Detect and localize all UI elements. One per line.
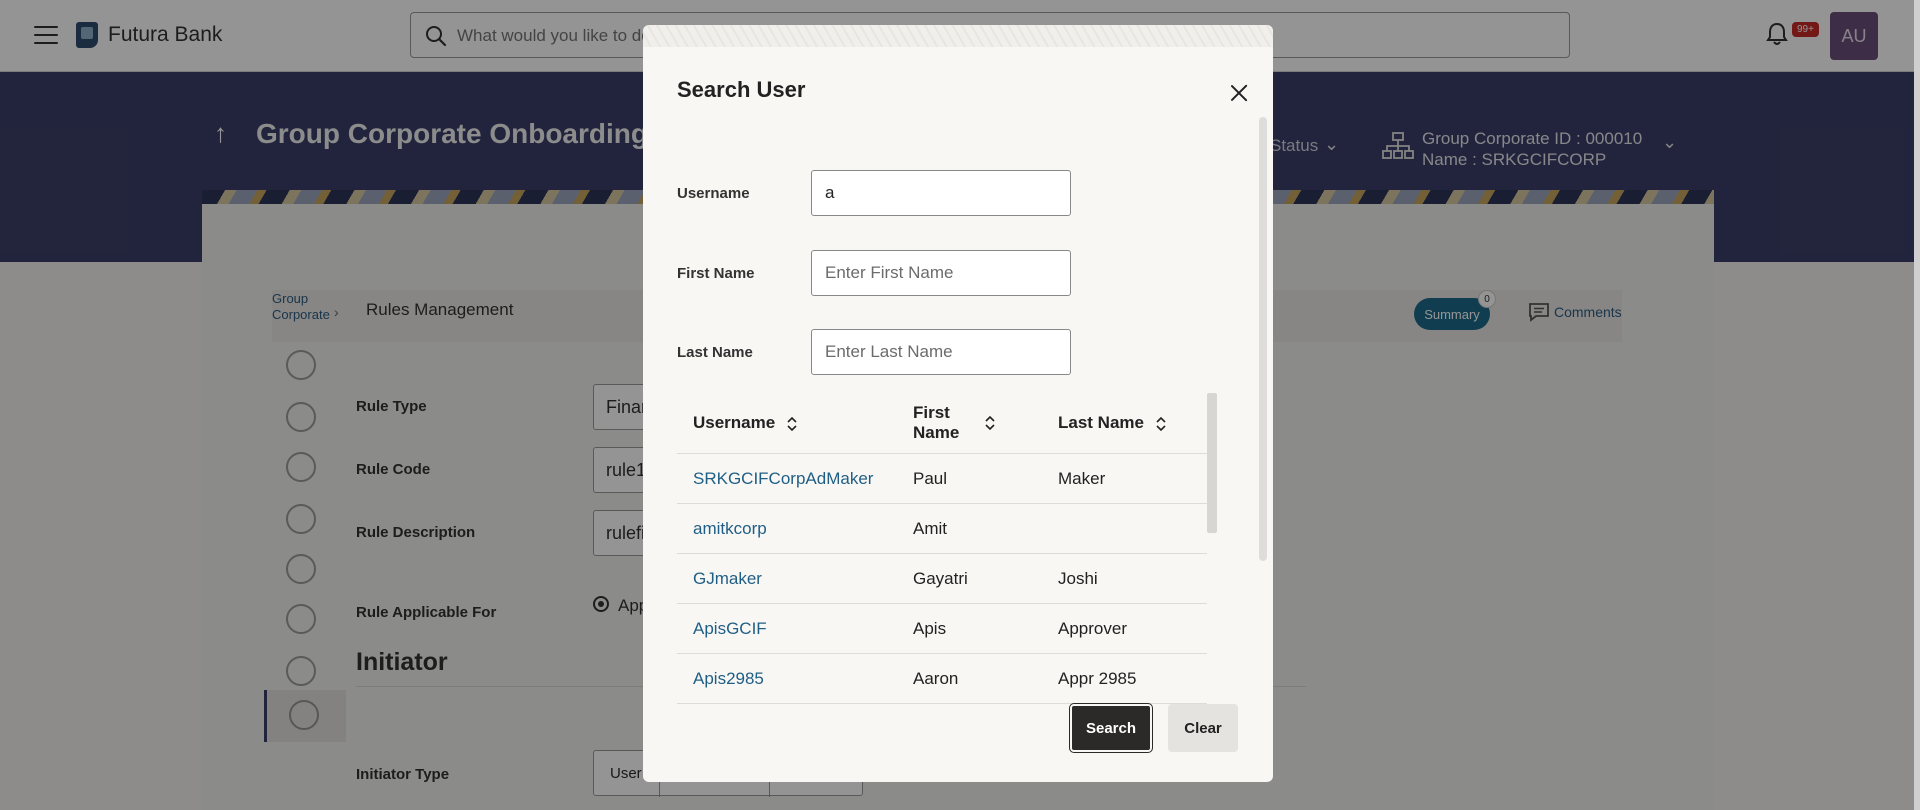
column-header-first-name[interactable]: First Name (897, 393, 1042, 454)
table-row: ApisGCIF Apis Approver (677, 603, 1207, 654)
clear-button[interactable]: Clear (1168, 704, 1238, 752)
modal-pattern (643, 25, 1273, 47)
column-label: Username (693, 413, 776, 432)
last-name-cell (1042, 503, 1207, 554)
username-link[interactable]: ApisGCIF (677, 603, 897, 654)
first-name-cell: Aaron (897, 653, 1042, 704)
column-header-last-name[interactable]: Last Name (1042, 393, 1207, 454)
results-table: Username First Name Last Name SRKGCIFCor… (677, 393, 1207, 715)
first-name-cell: Amit (897, 503, 1042, 554)
table-header-row: Username First Name Last Name (677, 393, 1207, 454)
column-label: First Name (913, 403, 960, 442)
table-row: GJmaker Gayatri Joshi (677, 553, 1207, 604)
username-link[interactable]: GJmaker (677, 553, 897, 604)
close-icon[interactable] (1227, 81, 1251, 105)
table-row: SRKGCIFCorpAdMaker Paul Maker (677, 453, 1207, 504)
username-label: Username (677, 185, 750, 202)
last-name-cell: Joshi (1042, 553, 1207, 604)
search-user-modal: Search User Username First Name Last Nam… (643, 25, 1273, 782)
username-link[interactable]: amitkcorp (677, 503, 897, 554)
first-name-cell: Apis (897, 603, 1042, 654)
last-name-cell: Approver (1042, 603, 1207, 654)
last-name-input[interactable] (811, 329, 1071, 375)
last-name-label: Last Name (677, 344, 753, 361)
search-button[interactable]: Search (1069, 703, 1153, 753)
table-row: Apis2985 Aaron Appr 2985 (677, 653, 1207, 704)
column-label: Last Name (1058, 413, 1144, 432)
table-scrollbar[interactable] (1207, 393, 1217, 533)
page-scrollbar[interactable] (1914, 0, 1920, 810)
last-name-cell: Appr 2985 (1042, 653, 1207, 704)
username-input[interactable] (811, 170, 1071, 216)
first-name-label: First Name (677, 265, 755, 282)
modal-scrollbar[interactable] (1259, 117, 1267, 561)
username-link[interactable]: Apis2985 (677, 653, 897, 704)
last-name-cell: Maker (1042, 453, 1207, 504)
username-link[interactable]: SRKGCIFCorpAdMaker (677, 453, 897, 504)
first-name-input[interactable] (811, 250, 1071, 296)
sort-icon[interactable] (985, 415, 995, 431)
column-header-username[interactable]: Username (677, 393, 897, 454)
sort-icon[interactable] (787, 416, 797, 432)
table-row: amitkcorp Amit (677, 503, 1207, 554)
sort-icon[interactable] (1156, 416, 1166, 432)
modal-title: Search User (677, 77, 806, 102)
first-name-cell: Paul (897, 453, 1042, 504)
first-name-cell: Gayatri (897, 553, 1042, 604)
